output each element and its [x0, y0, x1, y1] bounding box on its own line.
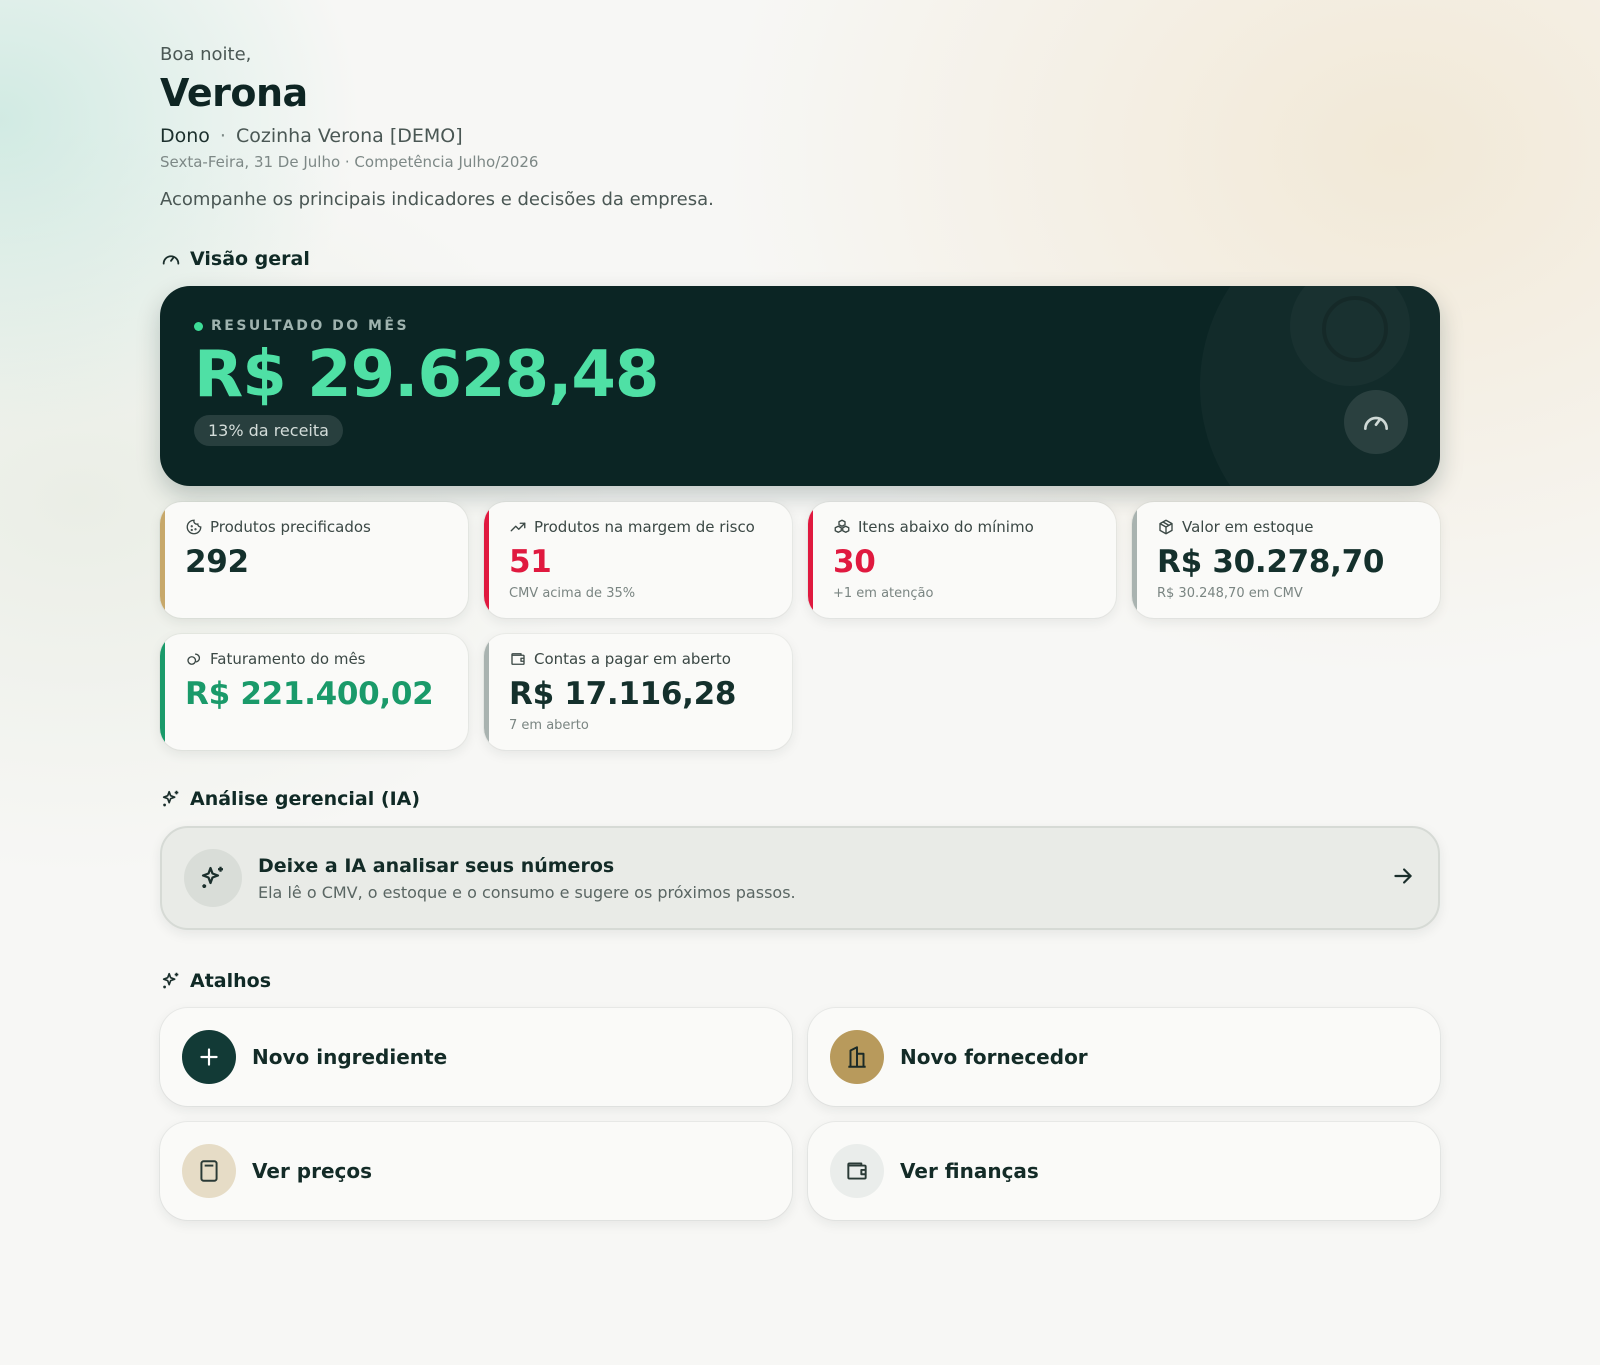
kpi-value: 30 — [833, 544, 876, 580]
kpi-label: Produtos na margem de risco — [534, 518, 755, 536]
kpi-sub: CMV acima de 35% — [509, 586, 636, 601]
user-role: Dono — [160, 125, 210, 147]
kpi-grid: Produtos precificados 292 Produtos na ma… — [160, 502, 1440, 750]
kpi-value: 292 — [185, 544, 249, 580]
trending-up-icon — [510, 522, 526, 532]
kpi-sub: +1 em atenção — [833, 586, 934, 601]
result-hero-card: RESULTADO DO MÊS R$ 29.628,48 13% da rec… — [160, 286, 1440, 486]
hero-pill: 13% da receita — [194, 415, 343, 447]
shortcut-view-prices[interactable]: Ver preços — [160, 1122, 792, 1220]
kpi-sub: R$ 30.248,70 em CMV — [1157, 586, 1303, 601]
sc-icon-wrap — [182, 1030, 236, 1084]
kpi-label: Faturamento do mês — [210, 650, 366, 668]
date-line: Sexta-Feira, 31 De Julho · Competência J… — [160, 153, 539, 171]
intro-text: Acompanhe os principais indicadores e de… — [160, 189, 714, 210]
sparkles-icon — [201, 866, 223, 888]
kpi-label: Valor em estoque — [1182, 518, 1314, 536]
kpi-head: Produtos precificados — [185, 518, 448, 536]
sparkles-icon — [162, 790, 179, 807]
section-ia-title: Análise gerencial (IA) — [160, 788, 1440, 810]
shortcut-label: Ver preços — [252, 1159, 373, 1183]
kpi-card[interactable]: Faturamento do mês R$ 221.400,02 — [160, 634, 468, 750]
kpi-head: Itens abaixo do mínimo — [833, 518, 1096, 536]
sc-icon-wrap — [830, 1030, 884, 1084]
hero-label-text: RESULTADO DO MÊS — [211, 318, 410, 334]
company-name: Cozinha Verona [DEMO] — [235, 125, 463, 147]
decor-ring — [1322, 296, 1388, 362]
kpi-label: Contas a pagar em aberto — [534, 650, 731, 668]
greeting: Boa noite, — [160, 44, 252, 65]
shortcut-label: Ver finanças — [900, 1159, 1039, 1183]
kpi-card[interactable]: Itens abaixo do mínimo 30 +1 em atenção — [808, 502, 1116, 618]
kpi-card[interactable]: Valor em estoque R$ 30.278,70 R$ 30.248,… — [1132, 502, 1440, 618]
coins-icon — [187, 653, 201, 665]
plus-icon — [200, 1048, 218, 1066]
kpi-head: Contas a pagar em aberto — [509, 650, 772, 668]
shortcut-label: Novo ingrediente — [252, 1045, 448, 1069]
sc-icon-wrap — [182, 1144, 236, 1198]
building-icon — [848, 1046, 866, 1068]
shortcut-view-finances[interactable]: Ver finanças — [808, 1122, 1440, 1220]
page: Boa noite, Verona Dono · Cozinha Verona … — [0, 0, 1600, 1365]
kpi-value: R$ 30.278,70 — [1157, 544, 1385, 580]
wallet-icon — [511, 653, 525, 665]
kpi-card[interactable]: Contas a pagar em aberto R$ 17.116,28 7 … — [484, 634, 792, 750]
separator: · — [219, 125, 226, 147]
hero-gauge-button[interactable] — [1344, 390, 1408, 454]
wallet-icon — [847, 1162, 867, 1180]
kpi-head: Faturamento do mês — [185, 650, 448, 668]
section-shortcuts-label: Atalhos — [190, 970, 272, 992]
status-dot — [194, 321, 203, 331]
kpi-head: Produtos na margem de risco — [509, 518, 772, 536]
ia-icon-wrap — [184, 849, 242, 907]
kpi-card[interactable]: Produtos na margem de risco 51 CMV acima… — [484, 502, 792, 618]
kpi-value: R$ 17.116,28 — [509, 676, 737, 712]
section-ia-label: Análise gerencial (IA) — [190, 788, 421, 810]
kpi-card[interactable]: Produtos precificados 292 — [160, 502, 468, 618]
section-overview-label: Visão geral — [190, 248, 310, 270]
kpi-head: Valor em estoque — [1157, 518, 1420, 536]
arrow-right-icon — [1394, 868, 1412, 884]
ia-card-subtitle: Ela lê o CMV, o estoque e o consumo e su… — [258, 882, 796, 902]
sc-icon-wrap — [830, 1144, 884, 1198]
role-line: Dono · Cozinha Verona [DEMO] — [160, 125, 1440, 147]
kpi-label: Produtos precificados — [210, 518, 371, 536]
shortcut-label: Novo fornecedor — [900, 1045, 1088, 1069]
shortcut-new-ingredient[interactable]: Novo ingrediente — [160, 1008, 792, 1106]
calculator-icon — [200, 1160, 218, 1182]
gauge-icon — [1364, 416, 1388, 430]
ia-card-title: Deixe a IA analisar seus números — [258, 854, 615, 877]
kpi-value: 51 — [509, 544, 552, 580]
shortcut-grid: Novo ingrediente Novo fornecedor Ver pre… — [160, 1008, 1440, 1220]
shortcut-new-supplier[interactable]: Novo fornecedor — [808, 1008, 1440, 1106]
kpi-sub: 7 em aberto — [509, 718, 589, 733]
content: Boa noite, Verona Dono · Cozinha Verona … — [160, 0, 1440, 1220]
gauge-icon — [162, 255, 180, 265]
package-icon — [1159, 519, 1173, 535]
ia-arrow[interactable] — [1390, 863, 1416, 893]
cookie-icon — [186, 519, 202, 535]
section-shortcuts-title: Atalhos — [160, 970, 1440, 992]
boxes-icon — [834, 519, 850, 533]
sparkles-icon — [162, 972, 179, 989]
section-overview-title: Visão geral — [160, 248, 1440, 270]
ia-analysis-card[interactable]: Deixe a IA analisar seus números Ela lê … — [160, 826, 1440, 930]
ia-text: Deixe a IA analisar seus números Ela lê … — [258, 855, 1374, 902]
kpi-label: Itens abaixo do mínimo — [858, 518, 1034, 536]
user-name: Verona — [160, 71, 308, 115]
kpi-value: R$ 221.400,02 — [185, 676, 434, 712]
